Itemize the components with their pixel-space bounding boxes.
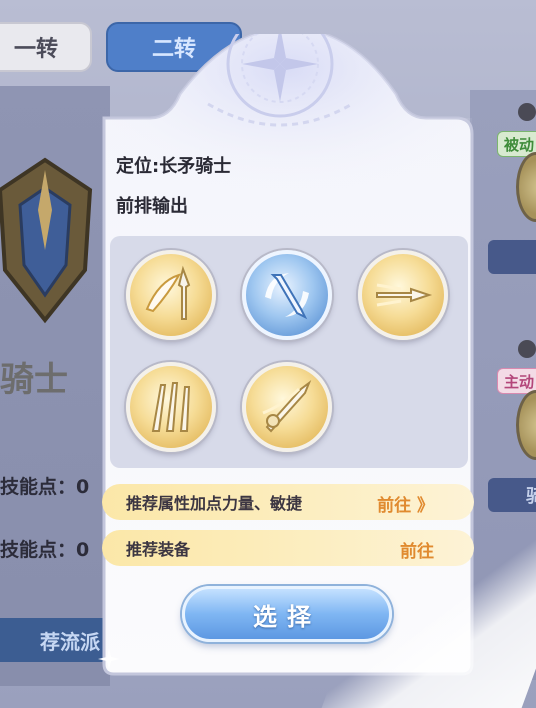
spear-wing-skill-icon [145, 265, 191, 320]
triple-spear-skill-icon [151, 382, 191, 432]
class-name-text: 骑士 [0, 360, 68, 400]
skill-icon-grid [110, 236, 468, 468]
skill-points-text: 技能点：0 [0, 476, 90, 498]
skill-4-button[interactable] [126, 362, 216, 452]
status-dot [518, 103, 536, 121]
skill-5-button[interactable] [242, 362, 332, 452]
skill-3-button[interactable] [358, 250, 448, 340]
spear-whirl-skill-icon [265, 273, 309, 320]
status-dot-2 [518, 340, 536, 358]
recommend-stats-label: 推荐属性加点力量、敏捷 [126, 494, 303, 513]
skill-points-text-2: 技能点：0 [0, 539, 90, 561]
sparkle-icon [98, 648, 120, 670]
recommend-stats-go-link[interactable]: 前往 》 [377, 491, 434, 516]
right-bar-2: 骑 [488, 478, 536, 512]
recommend-gear-label: 推荐装备 [126, 540, 191, 559]
right-bar [488, 240, 536, 274]
spear-charge-skill-icon [262, 380, 312, 433]
skill-1-button[interactable] [126, 250, 216, 340]
class-role-description: 前排输出 [116, 196, 188, 217]
tab-first-job[interactable]: 一转 [0, 22, 92, 72]
class-role-label: 定位:长矛骑士 [116, 156, 232, 177]
skill-2-button[interactable] [242, 250, 332, 340]
recommend-stats-row[interactable]: 推荐属性加点力量、敏捷 前往 》 [102, 484, 474, 520]
spear-thrust-skill-icon [376, 283, 433, 307]
knight-emblem-icon [0, 157, 93, 324]
